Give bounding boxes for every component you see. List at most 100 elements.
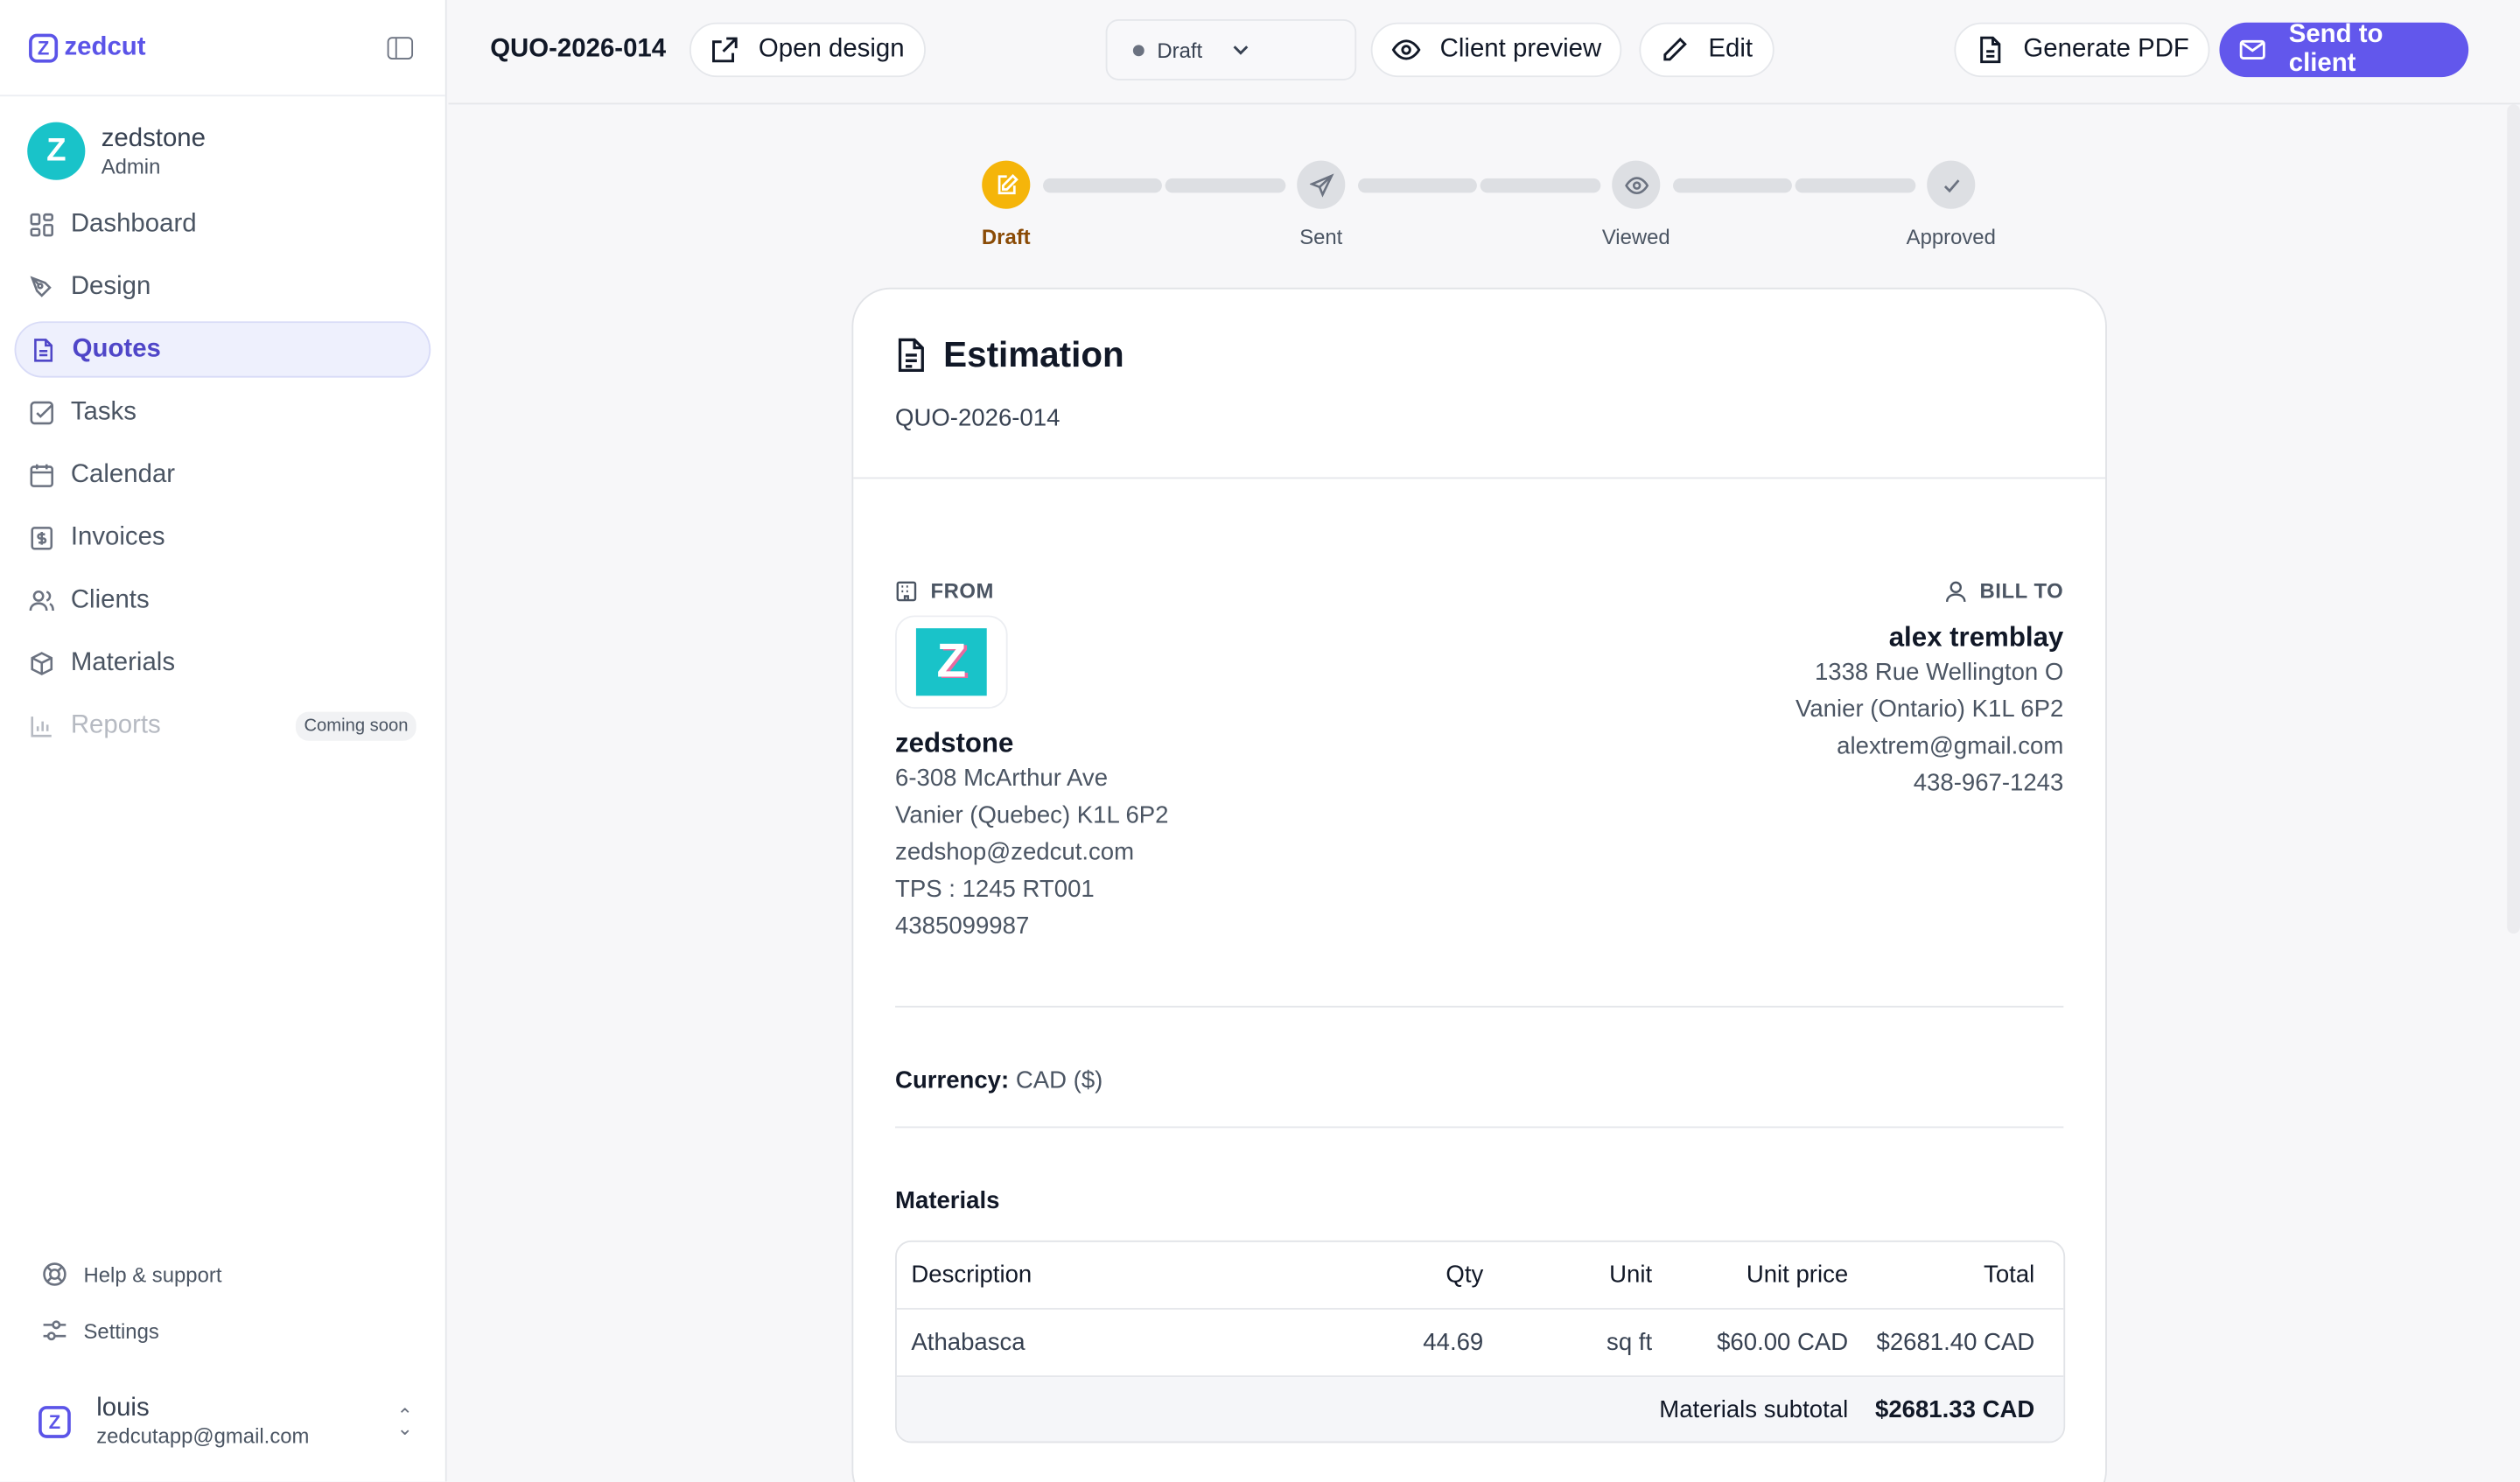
cell-qty: 44.69 xyxy=(1423,1328,1484,1357)
edit-button[interactable]: Edit xyxy=(1639,22,1774,78)
dollar-receipt-icon xyxy=(29,525,54,550)
user-role: Admin xyxy=(101,153,161,178)
step-sent xyxy=(1297,160,1346,209)
sidebar-item-materials[interactable]: Materials xyxy=(15,634,431,690)
client-preview-button[interactable]: Client preview xyxy=(1370,22,1623,78)
dashboard-icon xyxy=(29,212,54,237)
document-icon xyxy=(898,338,924,373)
company-address-line: Vanier (Quebec) K1L 6P2 xyxy=(895,801,1169,829)
users-icon xyxy=(29,587,54,612)
step-connector xyxy=(1480,178,1601,193)
sidebar-item-tasks[interactable]: Tasks xyxy=(15,384,431,440)
brand-logo[interactable]: Z zedcut xyxy=(29,32,146,62)
brand-mark-icon: Z xyxy=(29,32,59,62)
status-dot xyxy=(1132,44,1144,56)
column-header: Unit xyxy=(1609,1261,1653,1290)
sidebar-item-label: Dashboard xyxy=(70,209,197,237)
client-email: alextrem@gmail.com xyxy=(1837,732,2064,760)
sidebar-item-quotes[interactable]: Quotes xyxy=(14,321,431,378)
pencil-icon xyxy=(1663,37,1687,61)
user-icon xyxy=(1945,580,1966,602)
sidebar-item-calendar[interactable]: Calendar xyxy=(15,447,431,503)
calendar-icon xyxy=(29,462,54,487)
status-select[interactable]: Draft xyxy=(1105,19,1357,80)
quote-number: QUO-2026-014 xyxy=(895,404,1060,433)
sidebar-nav: Dashboard Design Quotes Tasks Calendar I… xyxy=(0,196,445,753)
user-profile[interactable]: Z zedstone Admin xyxy=(0,96,445,196)
sidebar-item-clients[interactable]: Clients xyxy=(15,572,431,628)
bar-chart-icon xyxy=(29,713,54,738)
from-block: FROM Z zedstone 6-308 McArthur Ave Vanie… xyxy=(895,578,1168,945)
send-icon xyxy=(1308,172,1334,197)
sliders-icon xyxy=(43,1320,66,1341)
company-address-line: 6-308 McArthur Ave xyxy=(895,765,1109,793)
currency-row: Currency: CAD ($) xyxy=(895,1067,1102,1094)
check-icon xyxy=(1943,178,1959,192)
step-approved xyxy=(1927,160,1976,209)
table-row: Athabasca 44.69 sq ft $60.00 CAD $2681.4… xyxy=(896,1310,2064,1378)
sidebar-toggle-icon[interactable] xyxy=(387,36,414,59)
brand-row: Z zedcut xyxy=(0,0,445,97)
help-support-link[interactable]: Help & support xyxy=(42,1254,403,1296)
send-to-client-label: Send to client xyxy=(2288,20,2384,78)
building-icon xyxy=(896,580,917,601)
file-icon xyxy=(1980,36,2001,64)
divider xyxy=(895,1126,2064,1129)
settings-link[interactable]: Settings xyxy=(42,1310,403,1352)
help-support-label: Help & support xyxy=(83,1262,222,1287)
generate-pdf-label: Generate PDF xyxy=(2023,35,2189,63)
table-header-row: Description Qty Unit Unit price Total xyxy=(896,1242,2064,1310)
company-tax-id: TPS : 1245 RT001 xyxy=(895,876,1095,904)
client-name: alex tremblay xyxy=(1888,621,2064,653)
eye-icon xyxy=(1624,176,1648,194)
quote-title: Estimation xyxy=(943,334,1124,374)
lifebuoy-icon xyxy=(43,1262,66,1286)
sidebar-item-invoices[interactable]: Invoices xyxy=(15,509,431,565)
account-name: louis xyxy=(96,1395,150,1423)
bill-to-label: BILL TO xyxy=(1979,578,2064,603)
step-label-viewed: Viewed xyxy=(1601,225,1670,249)
company-logo: Z xyxy=(895,615,1008,709)
step-label-approved: Approved xyxy=(1906,225,1996,249)
sidebar-item-label: Materials xyxy=(70,648,176,676)
client-address-line: 1338 Rue Wellington O xyxy=(1814,659,2064,687)
open-design-button[interactable]: Open design xyxy=(689,22,926,78)
check-square-icon xyxy=(29,399,54,424)
sidebar-item-label: Reports xyxy=(70,710,161,738)
company-logo-mark: Z xyxy=(915,628,987,696)
from-label: FROM xyxy=(930,578,994,603)
generate-pdf-button[interactable]: Generate PDF xyxy=(1954,22,2210,78)
edit-label: Edit xyxy=(1708,35,1754,63)
cell-description: Athabasca xyxy=(911,1328,1026,1357)
sidebar-item-design[interactable]: Design xyxy=(15,259,431,315)
cell-unit-price: $60.00 CAD xyxy=(1717,1328,1849,1357)
edit-note-icon xyxy=(997,173,1018,194)
sidebar-item-reports: Reports Coming soon xyxy=(15,697,431,753)
step-connector xyxy=(1795,178,1916,193)
step-connector xyxy=(1673,178,1792,193)
avatar: Z xyxy=(27,122,86,180)
column-header: Qty xyxy=(1446,1261,1484,1290)
currency-label: Currency: xyxy=(895,1066,1010,1094)
column-header: Description xyxy=(911,1261,1032,1290)
sidebar-item-label: Design xyxy=(70,272,151,300)
company-phone: 4385099987 xyxy=(895,912,1030,940)
materials-title: Materials xyxy=(895,1187,1000,1215)
topbar: QUO-2026-014 Open design Draft Client pr… xyxy=(448,0,2520,105)
sidebar-item-dashboard[interactable]: Dashboard xyxy=(15,196,431,252)
column-header: Total xyxy=(1984,1261,2035,1290)
open-design-label: Open design xyxy=(758,35,905,63)
page-scrollbar[interactable] xyxy=(2507,104,2520,934)
step-connector xyxy=(1358,178,1477,193)
account-email: zedcutapp@gmail.com xyxy=(96,1423,310,1448)
sidebar-item-label: Calendar xyxy=(70,460,176,488)
account-switcher[interactable]: Z louis zedcutapp@gmail.com ⌃ ⌄ xyxy=(38,1395,413,1448)
send-to-client-button[interactable]: Send to client xyxy=(2219,20,2469,78)
brand-name: zedcut xyxy=(64,32,146,60)
sidebar-item-label: Tasks xyxy=(70,397,136,425)
sidebar-footer: Help & support Settings xyxy=(0,1254,445,1367)
document-icon xyxy=(31,337,56,362)
cell-total: $2681.40 CAD xyxy=(1876,1328,2035,1357)
status-stepper: Draft Sent Viewed Approved xyxy=(982,160,2042,257)
step-connector xyxy=(1043,178,1162,193)
